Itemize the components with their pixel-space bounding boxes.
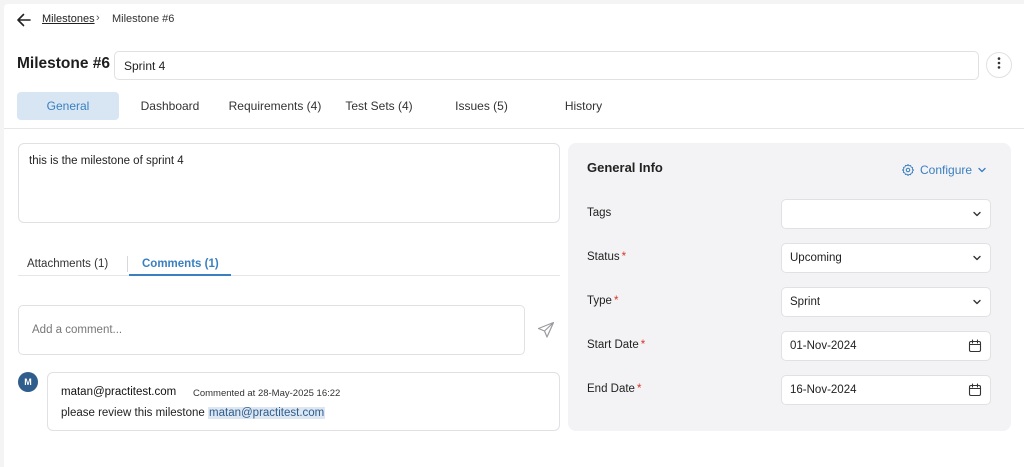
field-label-start-date: Start Date * bbox=[587, 339, 646, 351]
tags-select[interactable] bbox=[781, 199, 991, 229]
configure-button[interactable]: Configure bbox=[901, 163, 987, 177]
tab-history[interactable]: History bbox=[551, 92, 616, 120]
subtab-active-indicator bbox=[129, 274, 231, 276]
tab-test-sets[interactable]: Test Sets (4) bbox=[339, 92, 419, 120]
general-info-title: General Info bbox=[587, 160, 663, 175]
end-date-value: 16-Nov-2024 bbox=[790, 384, 857, 396]
send-icon[interactable] bbox=[536, 320, 556, 340]
status-select[interactable]: Upcoming bbox=[781, 243, 991, 273]
general-info-panel: General Info Configure Tags Status * Upco… bbox=[568, 143, 1011, 431]
field-label-end-date: End Date * bbox=[587, 383, 642, 395]
comment-text: please review this milestone matan@pract… bbox=[61, 407, 326, 419]
end-date-picker[interactable]: 16-Nov-2024 bbox=[781, 375, 991, 405]
start-date-value: 01-Nov-2024 bbox=[790, 340, 857, 352]
subtab-divider bbox=[127, 256, 128, 272]
field-label-type: Type * bbox=[587, 295, 619, 307]
status-value: Upcoming bbox=[790, 252, 842, 264]
start-date-picker[interactable]: 01-Nov-2024 bbox=[781, 331, 991, 361]
gear-icon bbox=[901, 163, 915, 177]
calendar-icon[interactable] bbox=[968, 383, 982, 397]
type-select[interactable]: Sprint bbox=[781, 287, 991, 317]
avatar: M bbox=[18, 372, 38, 392]
breadcrumb-milestones-link[interactable]: Milestones bbox=[42, 13, 95, 25]
configure-label: Configure bbox=[920, 163, 973, 177]
chevron-down-icon bbox=[977, 165, 987, 175]
calendar-icon[interactable] bbox=[968, 339, 982, 353]
type-value: Sprint bbox=[790, 296, 821, 308]
milestone-page: Milestones › Milestone #6 Milestone #6 G… bbox=[4, 4, 1024, 467]
comment-body: please review this milestone bbox=[61, 407, 205, 419]
milestone-name-input[interactable] bbox=[114, 51, 979, 80]
chevron-down-icon bbox=[972, 297, 982, 307]
chevron-down-icon bbox=[972, 253, 982, 263]
field-label-status: Status * bbox=[587, 251, 627, 263]
tab-requirements[interactable]: Requirements (4) bbox=[220, 92, 330, 120]
tabs-divider bbox=[4, 128, 1024, 129]
breadcrumb-current: Milestone #6 bbox=[112, 13, 175, 25]
subtab-attachments[interactable]: Attachments (1) bbox=[27, 258, 108, 270]
comment-mention[interactable]: matan@practitest.com bbox=[208, 407, 326, 419]
tab-dashboard[interactable]: Dashboard bbox=[130, 92, 210, 120]
comment-timestamp: Commented at 28-May-2025 16:22 bbox=[193, 388, 341, 399]
comment-card: matan@practitest.com Commented at 28-May… bbox=[47, 372, 560, 431]
field-label-tags: Tags bbox=[587, 207, 612, 219]
subtabs-baseline bbox=[18, 275, 560, 276]
breadcrumb-separator: › bbox=[96, 12, 100, 24]
chevron-down-icon bbox=[972, 209, 982, 219]
page-title: Milestone #6 bbox=[17, 55, 111, 72]
description-field[interactable]: this is the milestone of sprint 4 bbox=[18, 143, 560, 223]
comment-input[interactable] bbox=[18, 305, 525, 355]
back-arrow-icon[interactable] bbox=[14, 10, 34, 30]
comment-author: matan@practitest.com bbox=[61, 386, 177, 398]
subtab-comments[interactable]: Comments (1) bbox=[142, 258, 219, 270]
more-vertical-icon bbox=[997, 56, 1001, 74]
more-options-button[interactable] bbox=[986, 52, 1012, 78]
tab-general[interactable]: General bbox=[17, 92, 119, 120]
tab-issues[interactable]: Issues (5) bbox=[444, 92, 519, 120]
